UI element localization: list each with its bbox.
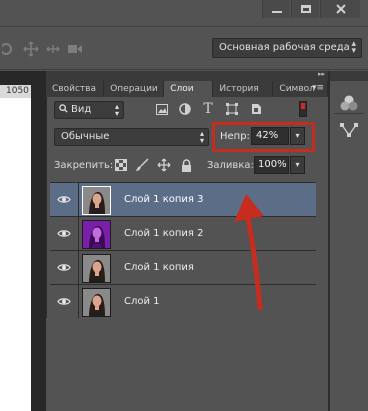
visibility-toggle[interactable]: [50, 251, 79, 284]
fill-dropdown-button[interactable]: ▾: [290, 156, 305, 174]
updown-chevron-icon: ▴ ▾: [114, 102, 119, 118]
close-button[interactable]: [320, 0, 360, 18]
blend-mode-value: Обычные: [61, 131, 110, 142]
lock-image-pixels-icon[interactable]: [134, 157, 150, 173]
3d-camera-icon[interactable]: [66, 40, 84, 58]
chevron-down-icon: ▾: [295, 160, 300, 169]
eye-icon: [57, 264, 71, 271]
panel-collapse-bar[interactable]: [46, 71, 328, 81]
3d-slide-icon[interactable]: [44, 40, 62, 58]
filter-toggle-switch[interactable]: [299, 101, 307, 117]
tab-history[interactable]: История: [213, 81, 274, 97]
blend-mode-select[interactable]: Обычные ▴ ▾: [54, 128, 209, 146]
shape-filter-icon[interactable]: [224, 101, 240, 117]
lock-position-icon[interactable]: [156, 157, 172, 173]
minimize-button[interactable]: [262, 0, 290, 18]
updown-chevron-icon: ▴ ▾: [199, 129, 204, 145]
visibility-toggle[interactable]: [50, 217, 79, 250]
maximize-icon: [300, 5, 311, 13]
maximize-button[interactable]: [291, 0, 319, 18]
smart-object-filter-icon[interactable]: [248, 101, 264, 117]
minimize-icon: [271, 11, 282, 13]
workspace-select[interactable]: Основная рабочая среда ▴ ▾: [212, 38, 362, 58]
panel-tabs: Свойства Операции Слои История Символ: [46, 81, 328, 97]
3d-pan-icon[interactable]: [22, 40, 40, 58]
visibility-toggle[interactable]: [50, 285, 79, 318]
image-filter-icon[interactable]: [154, 101, 170, 117]
lock-transparent-pixels-icon[interactable]: [113, 157, 129, 173]
dock-divider: [334, 113, 364, 114]
path-anchor-icon: [340, 123, 358, 137]
workspace-select-value: Основная рабочая среда: [219, 42, 350, 53]
tab-actions[interactable]: Операции: [104, 81, 165, 97]
visibility-toggle[interactable]: [50, 183, 79, 216]
adjustment-filter-icon[interactable]: [177, 101, 193, 117]
opacity-field[interactable]: 42%: [251, 127, 289, 145]
document-canvas[interactable]: [0, 98, 31, 411]
color-wheel-icon: [340, 95, 358, 111]
tab-properties[interactable]: Свойства: [46, 81, 105, 97]
layer-thumbnail: [82, 254, 111, 283]
close-icon: [335, 4, 346, 14]
layer-thumbnail: [82, 220, 111, 249]
fill-label: Заливка:: [207, 160, 254, 171]
3d-orbit-icon[interactable]: [0, 40, 18, 58]
dock-collapse-bar[interactable]: [330, 71, 368, 81]
eye-icon: [57, 230, 71, 237]
3d-tool-icons: [0, 39, 84, 59]
layer-filter-value: Вид: [71, 104, 92, 115]
lock-all-icon[interactable]: [178, 157, 194, 173]
layer-name: Слой 1 копия 2: [124, 228, 204, 239]
layer-filter-select[interactable]: Вид ▴ ▾: [54, 101, 124, 119]
chevron-down-icon: ▾: [295, 131, 300, 140]
panel-menu-icon[interactable]: ▾≡: [312, 83, 324, 93]
updown-chevron-icon: ▴ ▾: [351, 39, 356, 56]
opacity-dropdown-button[interactable]: ▾: [290, 127, 305, 145]
eye-icon: [57, 196, 71, 203]
red-arrow-annotation: [234, 194, 264, 310]
layer-thumbnail: [82, 288, 111, 317]
panel-empty-area: [46, 318, 328, 411]
layer-name: Слой 1 копия: [124, 262, 194, 273]
type-filter-icon[interactable]: T: [200, 101, 216, 117]
ruler-mark: 1050: [6, 86, 29, 96]
eye-icon: [57, 298, 71, 305]
search-icon: [59, 104, 68, 113]
layer-name: Слой 1: [124, 296, 160, 307]
fill-field[interactable]: 100%: [254, 156, 289, 174]
layer-thumbnail: [82, 186, 111, 215]
paths-panel-button[interactable]: [334, 117, 364, 143]
collapse-panels-icon[interactable]: ▸▸: [318, 70, 325, 78]
lock-label: Закрепить:: [54, 160, 114, 171]
tab-layers[interactable]: Слои: [164, 81, 214, 97]
opacity-label: Непр:: [220, 131, 250, 142]
layer-name: Слой 1 копия 3: [124, 194, 204, 205]
ruler: 1050: [0, 85, 31, 98]
